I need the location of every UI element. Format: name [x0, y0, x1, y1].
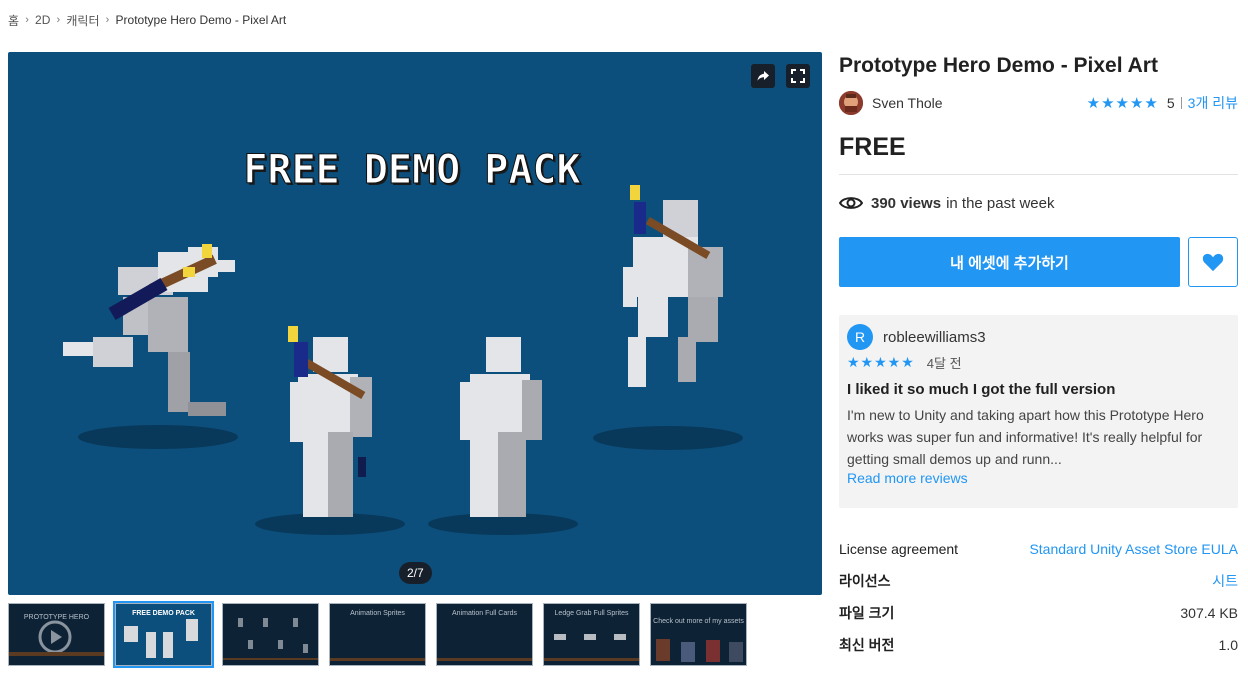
add-to-my-assets-button[interactable]: 내 에셋에 추가하기 [839, 237, 1180, 287]
details-table: License agreement Standard Unity Asset S… [839, 533, 1238, 661]
divider [839, 174, 1238, 175]
divider [1180, 97, 1182, 109]
detail-label: 최신 버전 [839, 637, 895, 653]
thumbnail-6[interactable]: Ledge Grab Full Sprites [543, 603, 640, 666]
breadcrumb-2d[interactable]: 2D [35, 13, 50, 27]
breadcrumb-home[interactable]: 홈 [8, 12, 19, 29]
review-header: R robleewilliams3 [847, 324, 1230, 350]
detail-row-file-size: 파일 크기 307.4 KB [839, 597, 1238, 629]
reviewer-avatar: R [847, 324, 873, 350]
share-button[interactable] [751, 64, 775, 88]
publisher-avatar[interactable] [839, 91, 863, 115]
review-body: I'm new to Unity and taking apart how th… [847, 407, 1204, 467]
chevron-right-icon: › [56, 14, 61, 26]
license-type-link[interactable]: 시트 [1212, 571, 1238, 591]
detail-row-latest-version: 최신 버전 1.0 [839, 629, 1238, 661]
file-size-value: 307.4 KB [1180, 605, 1238, 621]
review-time: 4달 전 [926, 355, 962, 371]
banner-text: FREE DEMO PACK [243, 147, 580, 193]
hero-running [63, 244, 235, 416]
hero-standing-sword [288, 326, 372, 517]
publisher-link[interactable]: Sven Thole [872, 95, 943, 111]
thumbnail-strip: PROTOTYPE HERO FREE DEMO PACK Animation … [8, 601, 747, 668]
share-icon [757, 71, 769, 81]
latest-version-value: 1.0 [1218, 637, 1238, 653]
thumbnail-4[interactable]: Animation Sprites [329, 603, 426, 666]
breadcrumb-current: Prototype Hero Demo - Pixel Art [115, 13, 287, 27]
views-count: 390 views [871, 194, 942, 212]
reviews-link[interactable]: 3개 리뷰 [1188, 93, 1238, 113]
review-title: I liked it so much I got the full versio… [847, 381, 1116, 398]
eye-icon [839, 197, 863, 209]
thumbnail-2[interactable]: FREE DEMO PACK [113, 601, 214, 668]
product-title: Prototype Hero Demo - Pixel Art [839, 54, 1158, 77]
views-row: 390 views in the past week [839, 192, 1238, 214]
product-panel: Prototype Hero Demo - Pixel Art Sven Tho… [839, 52, 1238, 661]
detail-label: License agreement [839, 541, 959, 557]
price: FREE [839, 133, 906, 161]
fullscreen-icon [791, 69, 805, 83]
chevron-right-icon: › [105, 14, 110, 26]
rating-stars-icon: ★★★★★ [1086, 95, 1159, 112]
detail-row-license-agreement: License agreement Standard Unity Asset S… [839, 533, 1238, 565]
detail-label: 라이선스 [839, 573, 891, 589]
rating-value: 5 [1166, 95, 1175, 111]
thumbnail-7[interactable]: Check out more of my assets [650, 603, 747, 666]
views-suffix: in the past week [946, 194, 1055, 212]
license-agreement-link[interactable]: Standard Unity Asset Store EULA [1029, 541, 1238, 557]
reviewer-name[interactable]: robleewilliams3 [883, 329, 986, 346]
hero-standing [460, 337, 542, 517]
review-card: R robleewilliams3 ★★★★★ 4달 전 I liked it … [839, 315, 1238, 508]
heart-icon [1202, 253, 1224, 272]
pixel-art-illustration: FREE DEMO PACK FREE DEMO PACK [63, 147, 743, 535]
chevron-right-icon: › [25, 14, 29, 26]
cta-row: 내 에셋에 추가하기 [839, 237, 1238, 287]
breadcrumb-characters[interactable]: 캐릭터 [66, 12, 99, 29]
thumbnail-1[interactable]: PROTOTYPE HERO [8, 603, 105, 666]
review-stars-icon: ★★★★★ [847, 353, 915, 370]
favorite-button[interactable] [1188, 237, 1238, 287]
thumbnail-5[interactable]: Animation Full Cards [436, 603, 533, 666]
review-meta: ★★★★★ 4달 전 [847, 353, 1230, 371]
play-icon [9, 620, 104, 656]
rating: ★★★★★ 5 3개 리뷰 [1087, 93, 1238, 113]
fullscreen-button[interactable] [786, 64, 810, 88]
detail-label: 파일 크기 [839, 605, 895, 621]
detail-row-license: 라이선스 시트 [839, 565, 1238, 597]
breadcrumb: 홈 › 2D › 캐릭터 › Prototype Hero Demo - Pix… [8, 12, 286, 28]
thumbnail-3[interactable] [222, 603, 319, 666]
publisher-row: Sven Thole ★★★★★ 5 3개 리뷰 [839, 90, 1238, 116]
read-more-reviews-link[interactable]: Read more reviews [847, 470, 968, 486]
hero-image[interactable]: FREE DEMO PACK FREE DEMO PACK 2/7 [8, 52, 822, 595]
image-counter: 2/7 [399, 562, 432, 584]
hero-jumping [623, 185, 723, 387]
